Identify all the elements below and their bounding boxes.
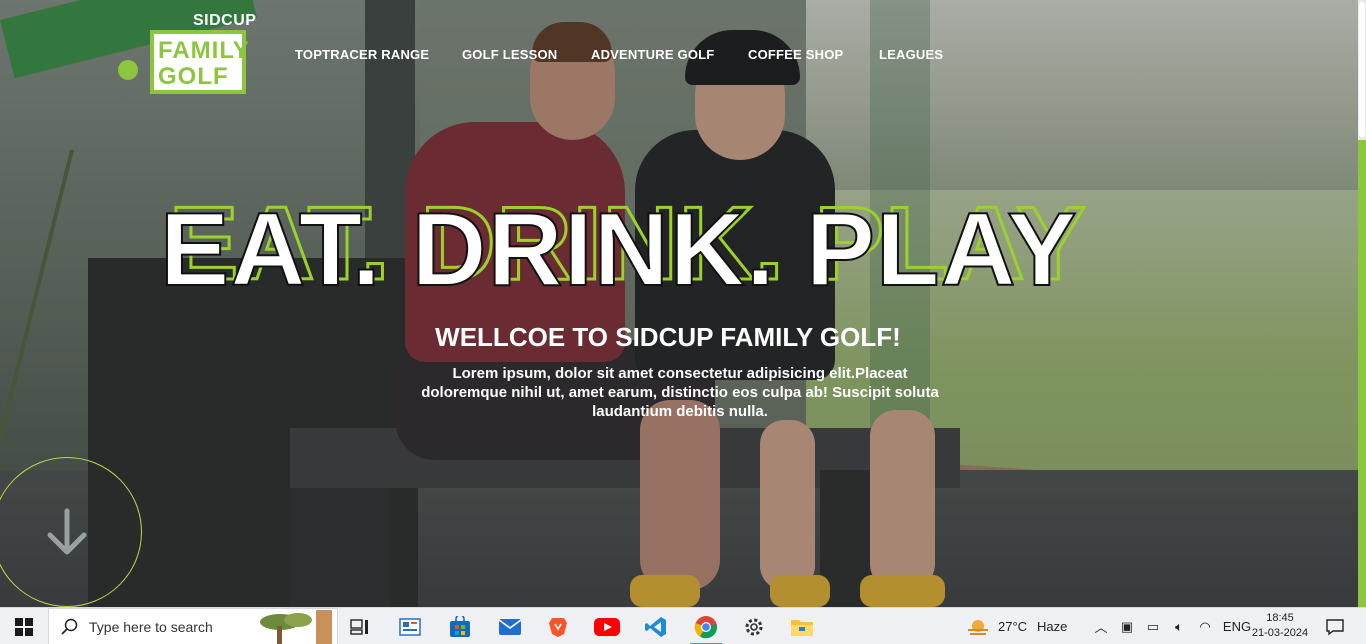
taskbar-store[interactable]: [436, 608, 484, 644]
hero-headline: EAT. DRINK. PLAY EAT. DRINK. PLAY: [159, 189, 1210, 308]
weather-widget[interactable]: 27°C Haze: [966, 608, 1067, 644]
task-view-icon: [350, 618, 368, 635]
taskbar-youtube[interactable]: [583, 608, 631, 644]
logo-text-line1: FAMILY: [158, 37, 250, 64]
mail-icon: [498, 618, 522, 635]
hero-intro: Lorem ipsum, dolor sit amet consectetur …: [421, 365, 939, 420]
chevron-up-icon[interactable]: ︿: [1088, 617, 1114, 636]
system-tray: ︿ ▣ ▭ 🔈︎ ◠ ENG: [1088, 608, 1256, 644]
haze-weather-icon: [968, 619, 988, 635]
windows-taskbar: Type here to search 27°C Haze ︿ ▣ ▭ 🔈︎ ◠…: [0, 607, 1366, 644]
hero-subtitle-wrap: WELLCOE TO SIDCUP FAMILY GOLF!: [0, 322, 1366, 353]
logo-text-top: SIDCUP: [193, 12, 257, 29]
nav-link-coffee-shop[interactable]: COFFEE SHOP: [748, 47, 879, 62]
nav-link-toptracer-range[interactable]: TOPTRACER RANGE: [295, 47, 462, 62]
logo-dot: [118, 60, 138, 80]
store-icon: [450, 615, 470, 637]
brave-icon: [549, 617, 567, 637]
search-placeholder: Type here to search: [89, 618, 213, 635]
vscode-icon: [645, 616, 666, 637]
nav-link-leagues[interactable]: LEAGUES: [879, 47, 959, 62]
file-explorer-icon: [791, 619, 813, 636]
search-highlight-tree-icon: [260, 610, 332, 644]
site-logo[interactable]: SIDCUP FAMILY GOLF: [118, 12, 263, 102]
clock-date: 21-03-2024: [1251, 627, 1309, 639]
logo-box: FAMILY GOLF: [150, 30, 249, 94]
hero-subtitle: WELLCOE TO SIDCUP FAMILY GOLF!: [435, 322, 901, 352]
headline-text: EAT. DRINK. PLAY: [159, 192, 1078, 308]
main-nav: TOPTRACER RANGE GOLF LESSON ADVENTURE GO…: [295, 47, 959, 62]
task-view-button[interactable]: [336, 608, 384, 644]
network-adapter-icon[interactable]: ▣: [1114, 619, 1140, 635]
meet-now-icon[interactable]: ▭: [1140, 619, 1166, 635]
taskbar-file-explorer[interactable]: [778, 608, 826, 644]
clock-time: 18:45: [1266, 612, 1294, 624]
taskbar-chrome[interactable]: [682, 608, 730, 644]
youtube-icon: [594, 617, 620, 636]
hero-section: SIDCUP FAMILY GOLF TOPTRACER RANGE GOLF …: [0, 0, 1366, 607]
search-icon: [61, 618, 78, 635]
weather-temperature: 27°C: [998, 619, 1028, 634]
nav-link-adventure-golf[interactable]: ADVENTURE GOLF: [591, 47, 748, 62]
notification-icon: [1326, 618, 1344, 635]
page-scrollbar[interactable]: [1358, 0, 1366, 607]
taskbar-brave[interactable]: [534, 608, 582, 644]
taskbar-clock[interactable]: 18:45 21-03-2024: [1244, 611, 1316, 641]
taskbar-news[interactable]: [386, 608, 434, 644]
wifi-icon[interactable]: ◠: [1192, 619, 1218, 635]
settings-icon: [745, 618, 763, 635]
weather-condition: Haze: [1037, 619, 1068, 634]
taskbar-vscode[interactable]: [632, 608, 680, 644]
taskbar-mail[interactable]: [486, 608, 534, 644]
logo-text-line2: GOLF: [158, 63, 229, 90]
news-icon: [399, 617, 421, 636]
taskbar-settings[interactable]: [730, 608, 778, 644]
nav-link-golf-lesson[interactable]: GOLF LESSON: [462, 47, 591, 62]
scrollbar-thumb[interactable]: [1359, 2, 1365, 137]
start-button[interactable]: [0, 608, 48, 644]
arrow-down-icon[interactable]: [40, 505, 94, 559]
notification-button[interactable]: [1320, 608, 1350, 644]
windows-icon: [15, 617, 33, 636]
chrome-icon: [694, 615, 718, 638]
speaker-icon[interactable]: 🔈︎: [1166, 619, 1192, 635]
